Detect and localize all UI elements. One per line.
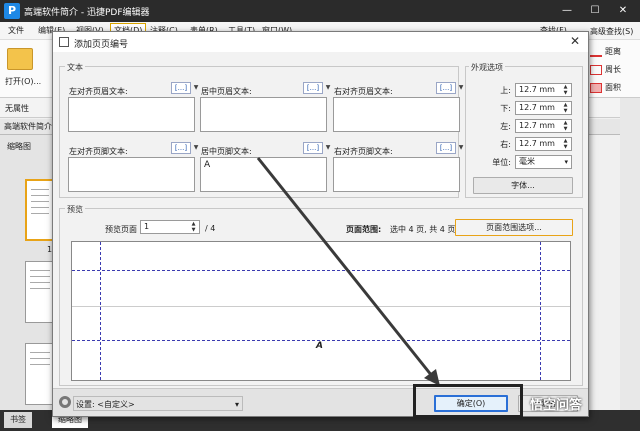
annotation-highlight-box: [413, 384, 523, 418]
watermark: 悟空问答: [530, 398, 583, 413]
annotation-arrow: [256, 157, 440, 386]
